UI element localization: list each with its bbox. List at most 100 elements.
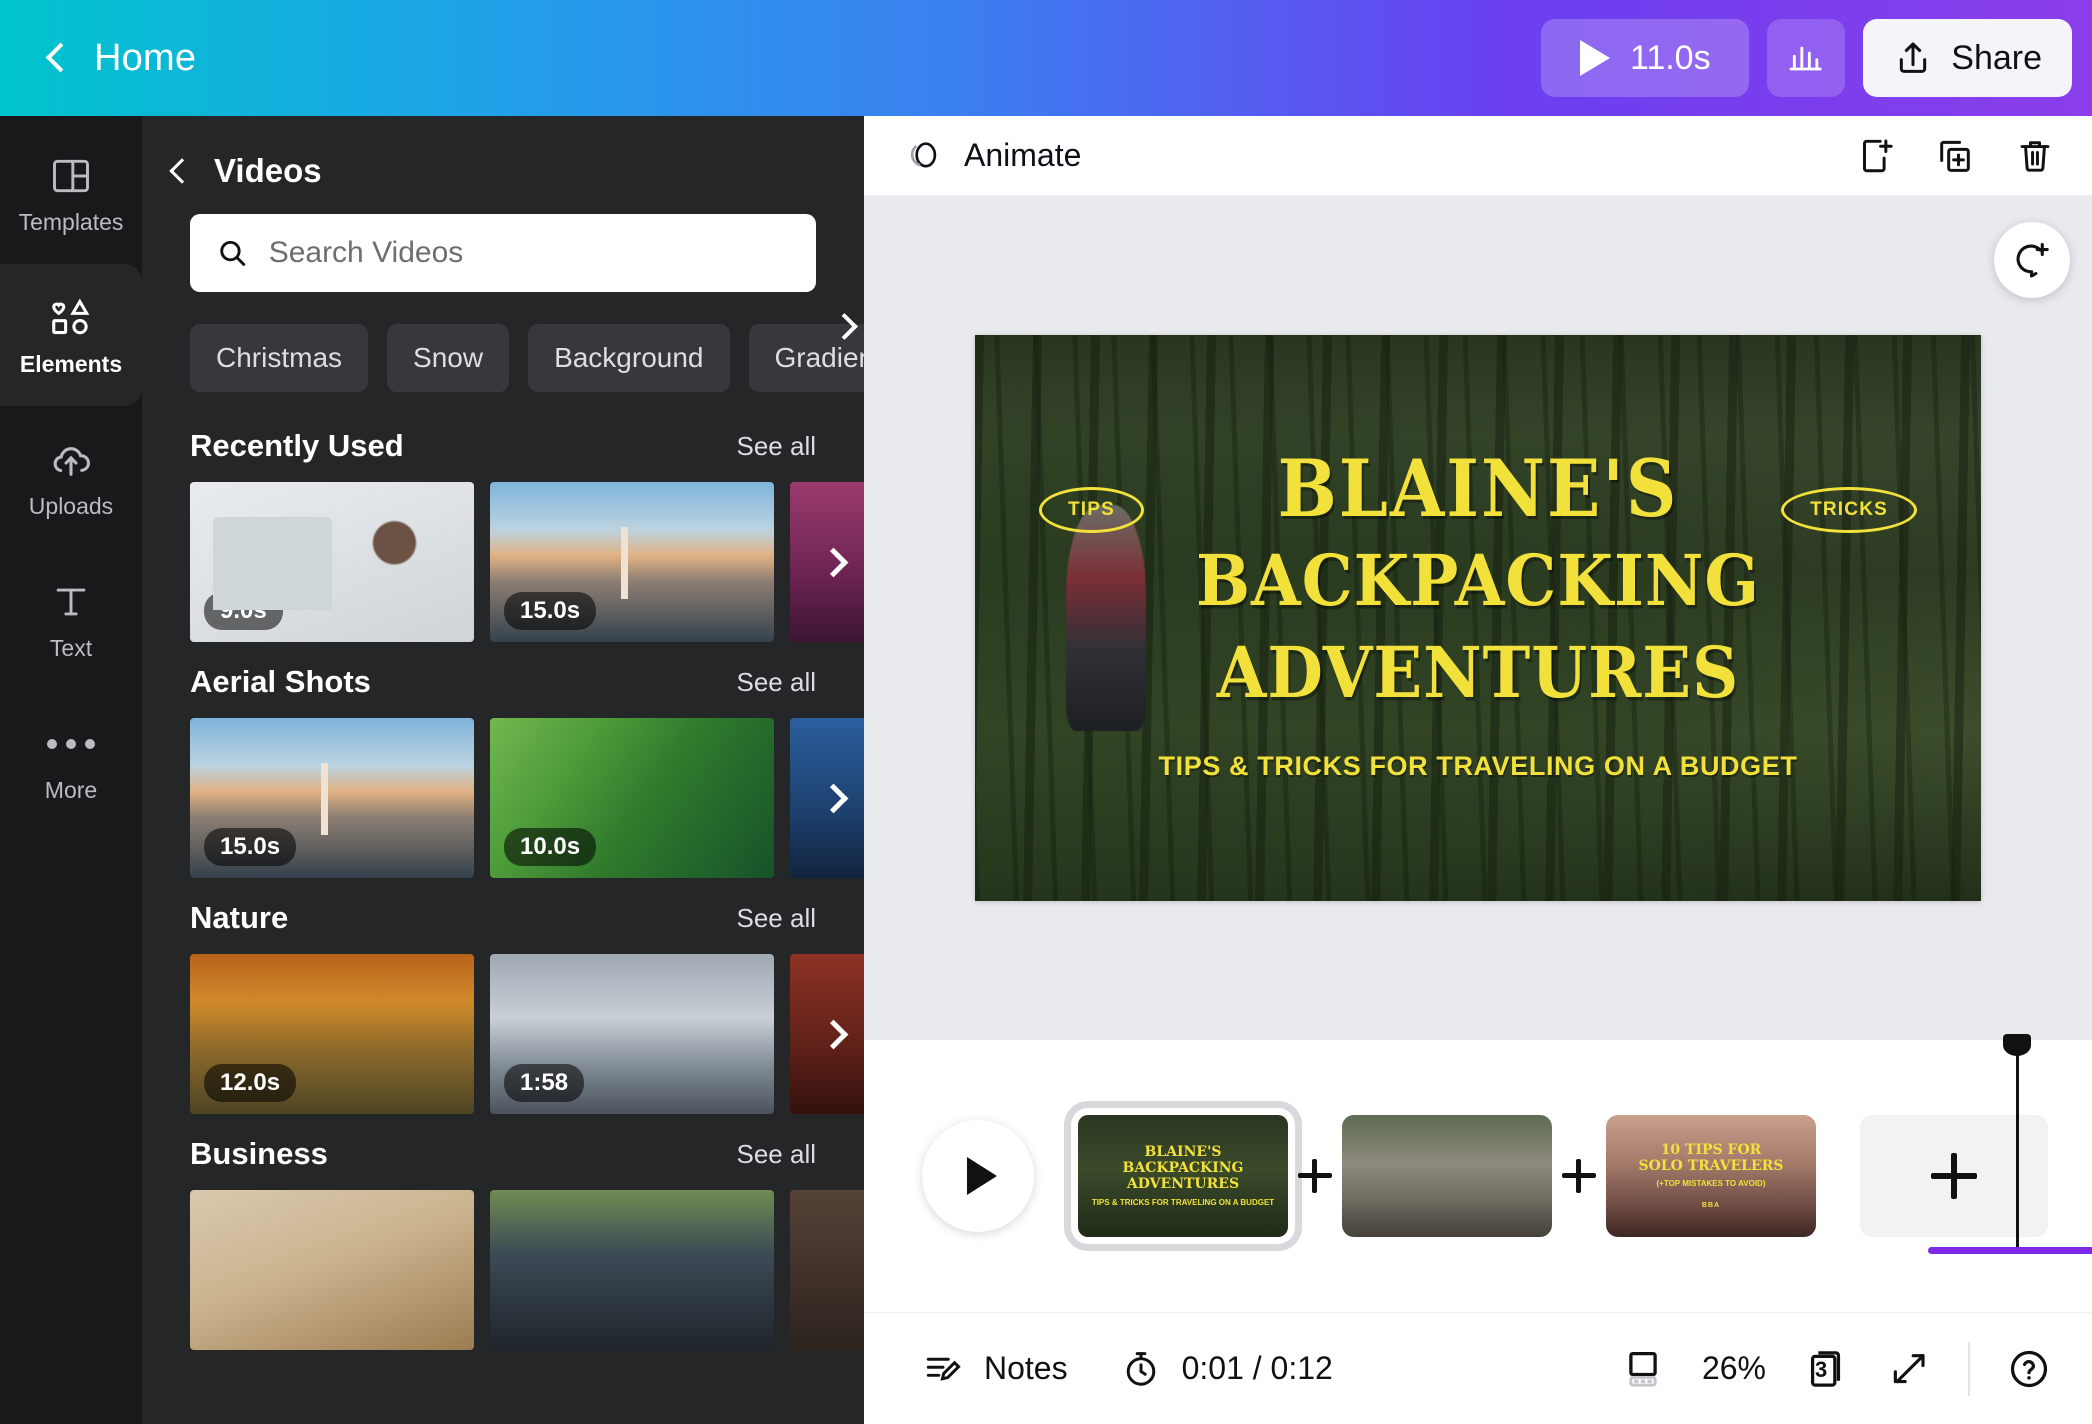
section-recently-used: Recently Used See all 9.0s 15.0s [142, 428, 864, 642]
design-page[interactable]: TIPS TRICKS BLAINE'S BACKPACKING ADVENTU… [975, 335, 1981, 901]
top-bar-actions: 11.0s Share [1541, 19, 2072, 97]
video-thumbnail[interactable] [790, 1190, 864, 1350]
duration-badge: 9.0s [204, 592, 283, 630]
sidebar-item-more[interactable]: More [0, 690, 142, 832]
animate-label: Animate [964, 137, 1082, 173]
search-videos-box[interactable] [190, 214, 816, 292]
playback-time-label: 0:01 / 0:12 [1181, 1350, 1333, 1386]
plus-icon [1931, 1153, 1977, 1199]
chip-snow[interactable]: Snow [387, 324, 510, 392]
share-button[interactable]: Share [1863, 19, 2072, 97]
home-back-button[interactable]: Home [42, 37, 196, 80]
sidebar-item-uploads[interactable]: Uploads [0, 406, 142, 548]
add-comment-icon [2016, 243, 2049, 278]
chip-background[interactable]: Background [528, 324, 730, 392]
top-bar: Home 11.0s Share [0, 0, 2092, 116]
zoom-level-label[interactable]: 26% [1702, 1350, 1766, 1387]
duration-badge: 15.0s [504, 592, 597, 630]
add-page-icon[interactable] [1852, 133, 1898, 179]
plus-icon [1562, 1159, 1596, 1193]
timeline-progress-bar[interactable] [1928, 1247, 2092, 1254]
section-title: Business [190, 1136, 328, 1171]
section-header: Business See all [190, 1136, 864, 1172]
sidebar-label-elements: Elements [19, 350, 123, 377]
video-thumbnail[interactable]: 1:58 [490, 954, 774, 1114]
insert-clip-button[interactable] [1288, 1159, 1342, 1193]
play-icon [1579, 40, 1610, 76]
clip-strip: BLAINE'S BACKPACKING ADVENTURES TIPS & TRI… [1064, 1101, 2048, 1251]
timeline-play-button[interactable] [922, 1120, 1034, 1232]
sidebar-item-text[interactable]: Text [0, 548, 142, 690]
left-rail: Templates Elements Uploads Text More [0, 116, 142, 1424]
see-all-nature[interactable]: See all [737, 903, 817, 934]
video-thumbnail[interactable]: 12.0s [190, 954, 474, 1114]
design-title-line3: ADVENTURES [1216, 631, 1740, 715]
row-next-arrow-icon[interactable] [812, 541, 854, 583]
chip-christmas[interactable]: Christmas [190, 324, 369, 392]
video-thumbnail[interactable]: 10.0s [490, 718, 774, 878]
layout-icon[interactable] [1620, 1346, 1666, 1392]
section-header: Aerial Shots See all [190, 664, 864, 700]
home-label: Home [94, 36, 197, 79]
chevron-left-icon [42, 43, 72, 73]
timeline-clip[interactable]: 10 TIPS FOR SOLO TRAVELERS (+TOP MISTAKES… [1606, 1115, 1816, 1237]
help-button[interactable] [2006, 1346, 2052, 1392]
duration-group[interactable]: 0:01 / 0:12 [1120, 1348, 1333, 1390]
video-thumbnail[interactable]: 15.0s [490, 482, 774, 642]
sidebar-item-elements[interactable]: Elements [0, 264, 142, 406]
playhead[interactable] [2003, 1034, 2031, 1254]
stage-toolbar: Animate [864, 116, 2092, 196]
search-input[interactable] [268, 236, 790, 270]
video-thumbnail[interactable] [190, 1190, 474, 1350]
row-next-arrow-icon[interactable] [812, 777, 854, 819]
timeline-clip[interactable] [1342, 1115, 1552, 1237]
row-next-arrow-icon[interactable] [812, 1013, 854, 1055]
see-all-business[interactable]: See all [737, 1139, 817, 1170]
expand-icon [1893, 1353, 1925, 1383]
video-thumbnail[interactable]: 15.0s [190, 718, 474, 878]
sidebar-item-templates[interactable]: Templates [0, 122, 142, 264]
more-dots-icon [47, 721, 95, 767]
add-page-slot-button[interactable] [1860, 1115, 2048, 1237]
pages-button[interactable]: 3 [1802, 1341, 1850, 1397]
duration-badge: 15.0s [204, 828, 297, 866]
animate-circles-icon [910, 141, 937, 167]
page-actions [1852, 133, 2058, 179]
insert-clip-button[interactable] [1552, 1159, 1606, 1193]
clip-title-overlay: BLAINE'S BACKPACKING ADVENTURES TIPS & TRI… [1078, 1115, 1288, 1237]
video-thumbnail[interactable]: 9.0s [190, 482, 474, 642]
status-bar: Notes 0:01 / 0:12 26% 3 [864, 1312, 2092, 1424]
share-upload-icon [1900, 42, 1927, 73]
videos-panel: Videos Christmas Snow Background Gradien… [142, 116, 864, 1424]
video-thumbnail[interactable] [490, 1190, 774, 1350]
notes-icon [926, 1357, 961, 1381]
duration-badge: 10.0s [504, 828, 597, 866]
elements-shapes-icon [48, 295, 94, 341]
audio-button[interactable] [1767, 19, 1846, 97]
section-header: Recently Used See all [190, 428, 864, 464]
see-all-aerial-shots[interactable]: See all [737, 667, 817, 698]
animate-button[interactable]: Animate [902, 135, 1081, 177]
share-label: Share [1951, 38, 2042, 77]
panel-back-icon[interactable] [166, 158, 192, 184]
delete-page-icon[interactable] [2012, 133, 2058, 179]
duplicate-page-icon[interactable] [1932, 133, 1978, 179]
timeline: BLAINE'S BACKPACKING ADVENTURES TIPS & TRI… [864, 1034, 2092, 1312]
chevron-right-icon[interactable] [822, 304, 864, 348]
canvas-area: TIPS TRICKS BLAINE'S BACKPACKING ADVENTU… [828, 196, 2092, 1040]
main-body: Templates Elements Uploads Text More Vid… [0, 116, 2092, 1424]
fullscreen-button[interactable] [1886, 1346, 1932, 1392]
help-question-icon [2010, 1350, 2048, 1387]
add-comment-button[interactable] [1994, 222, 2070, 298]
clip-title-overlay: 10 TIPS FOR SOLO TRAVELERS (+TOP MISTAKES… [1606, 1115, 1816, 1237]
preview-play-button[interactable]: 11.0s [1541, 19, 1750, 97]
status-bar-right: 26% 3 [1620, 1341, 2052, 1397]
divider [1968, 1341, 1970, 1396]
duration-badge: 1:58 [504, 1064, 585, 1102]
notes-button[interactable]: Notes [922, 1348, 1068, 1390]
timeline-clip[interactable]: BLAINE'S BACKPACKING ADVENTURES TIPS & TRI… [1064, 1101, 1302, 1251]
thumbnail-row: 15.0s 10.0s [190, 718, 864, 878]
see-all-recently-used[interactable]: See all [737, 431, 817, 462]
badge-tips: TIPS [1039, 487, 1145, 533]
plus-icon [1298, 1159, 1332, 1193]
